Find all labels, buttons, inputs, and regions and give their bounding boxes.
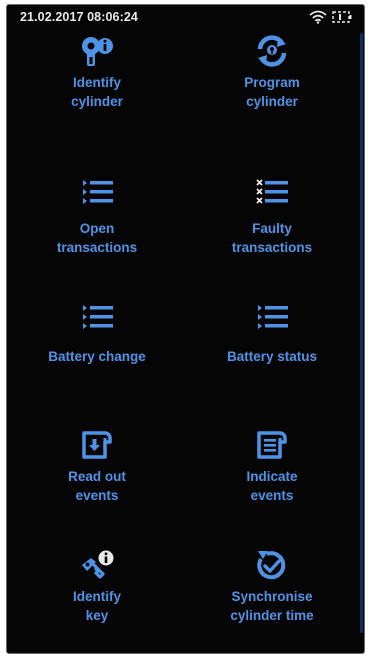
synchronise-cylinder-time-button[interactable]: Synchronise cylinder time (187, 547, 357, 653)
read-out-events-button[interactable]: Read out events (12, 427, 182, 537)
program-cylinder-button[interactable]: Program cylinder (187, 33, 357, 143)
cylinder-info-icon (79, 33, 115, 69)
identify-cylinder-label: Identify cylinder (71, 75, 123, 109)
read-events-icon (79, 427, 115, 463)
indicate-events-label: Indicate events (246, 469, 298, 503)
indicate-events-icon (254, 427, 290, 463)
program-cylinder-label: Program cylinder (244, 75, 300, 109)
datetime: 21.02.2017 08:06:24 (20, 10, 138, 24)
list-icon (79, 175, 115, 211)
open-transactions-label: Open transactions (56, 221, 138, 255)
cylinder-sync-icon (254, 33, 290, 69)
system-icons (309, 10, 352, 24)
clock-sync-icon (254, 547, 290, 583)
identify-key-button[interactable]: Identify key (12, 547, 182, 653)
scrollbar[interactable] (360, 33, 363, 633)
battery-icon (332, 11, 352, 23)
synchronise-cylinder-time-label: Synchronise cylinder time (230, 589, 314, 623)
read-out-events-label: Read out events (68, 469, 126, 503)
faulty-transactions-button[interactable]: Faulty transactions (187, 175, 357, 285)
identify-cylinder-button[interactable]: Identify cylinder (12, 33, 182, 143)
status-bar: 21.02.2017 08:06:24 (7, 5, 364, 31)
battery-status-button[interactable]: Battery status (187, 300, 357, 410)
list-icon (254, 300, 290, 336)
key-info-icon (79, 547, 115, 583)
list-icon (79, 300, 115, 336)
device-screen: 21.02.2017 08:06:24 Identify cylinder Pr… (6, 4, 365, 654)
battery-status-label: Battery status (226, 349, 318, 364)
open-transactions-button[interactable]: Open transactions (12, 175, 182, 285)
indicate-events-button[interactable]: Indicate events (187, 427, 357, 537)
battery-change-button[interactable]: Battery change (12, 300, 182, 410)
faulty-transactions-label: Faulty transactions (231, 221, 313, 255)
battery-change-label: Battery change (48, 349, 146, 364)
wifi-icon (309, 10, 327, 24)
faulty-list-icon (254, 175, 290, 211)
identify-key-label: Identify key (72, 589, 121, 623)
